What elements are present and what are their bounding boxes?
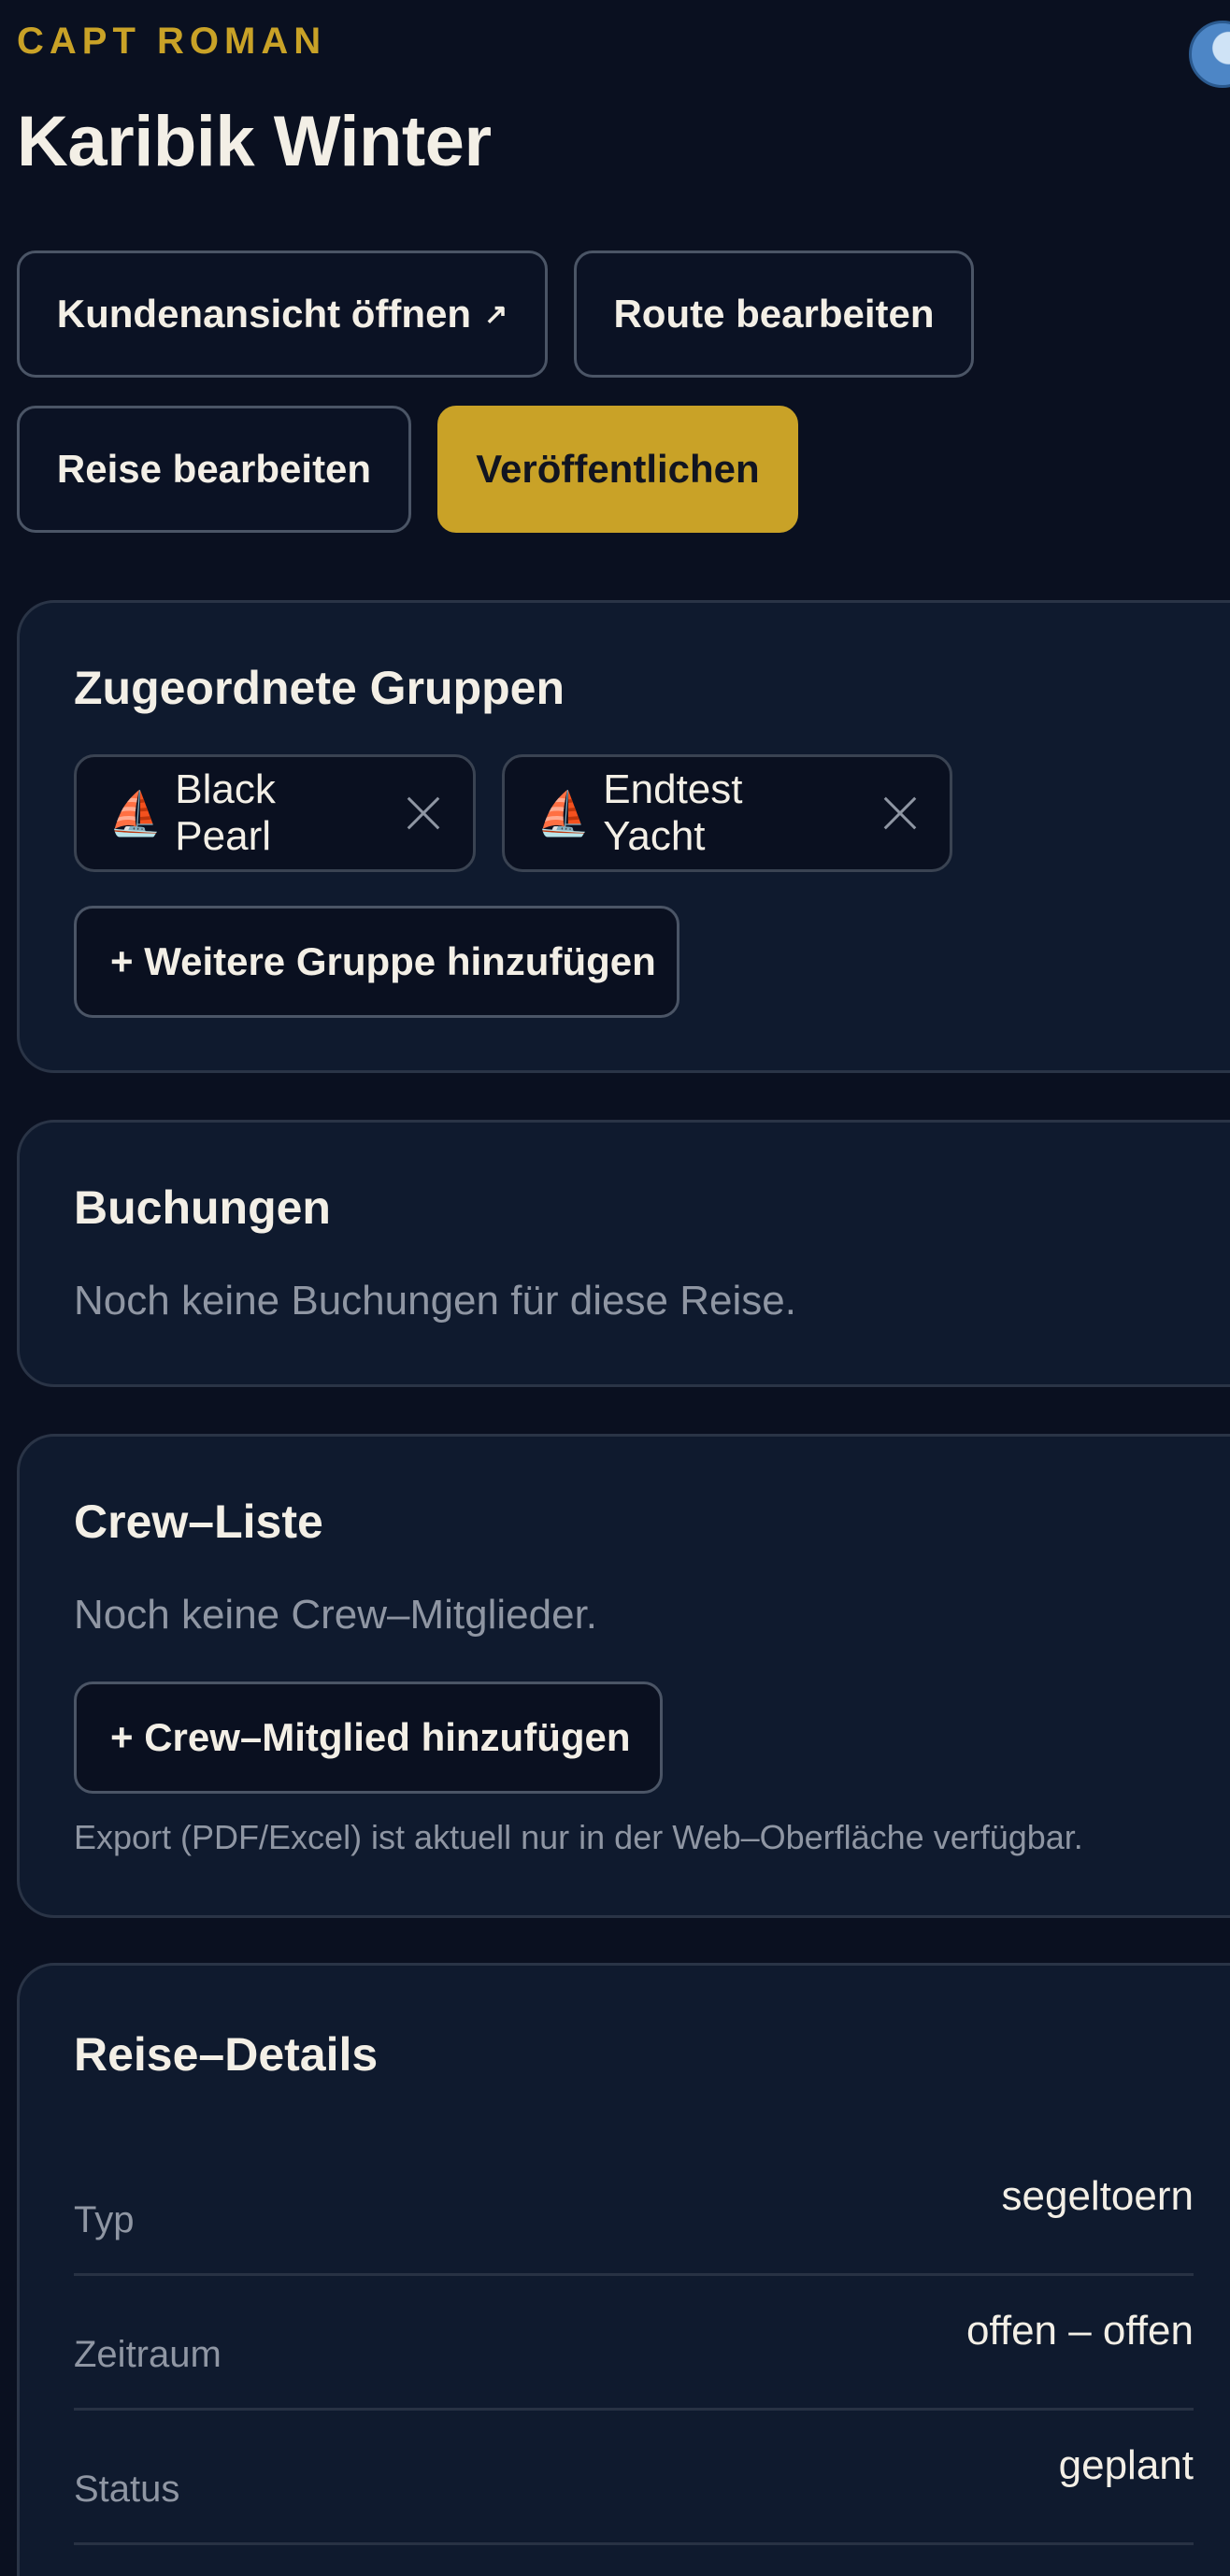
detail-row-status: Status geplant (74, 2411, 1194, 2545)
bookings-card: Buchungen Noch keine Buchungen für diese… (17, 1120, 1230, 1387)
edit-route-button[interactable]: Route bearbeiten (574, 250, 974, 378)
detail-value: segeltoern (1001, 2173, 1194, 2219)
avatar[interactable] (1189, 21, 1230, 88)
group-chip-black-pearl: ⛵ Black Pearl (74, 754, 476, 872)
detail-label: Typ (74, 2199, 135, 2240)
trip-detail-page: CAPT ROMAN Karibik Winter Kundenansicht … (0, 0, 1230, 2576)
detail-label: Zeitraum (74, 2334, 222, 2375)
detail-value: geplant (1058, 2442, 1194, 2488)
trip-details-title: Reise–Details (74, 2028, 379, 2081)
brand-label: CAPT ROMAN (17, 21, 327, 62)
trip-details-card: Reise–Details Typ segeltoern Zeitraum of… (17, 1963, 1230, 2576)
group-chip-label: Black Pearl (175, 766, 276, 859)
sailboat-icon: ⛵ (108, 788, 163, 837)
detail-row-period: Zeitraum offen – offen (74, 2276, 1194, 2411)
page-title: Karibik Winter (17, 102, 492, 181)
open-customer-view-label: Kundenansicht öffnen (56, 292, 472, 336)
sailboat-icon: ⛵ (536, 788, 591, 837)
add-group-button[interactable]: + Weitere Gruppe hinzufügen (74, 906, 679, 1018)
crew-list-card: Crew–Liste Noch keine Crew–Mitglieder. +… (17, 1434, 1230, 1918)
external-link-icon: ↗ (484, 298, 508, 330)
open-customer-view-button[interactable]: Kundenansicht öffnen ↗ (17, 250, 548, 378)
crew-list-title: Crew–Liste (74, 1496, 323, 1548)
publish-button[interactable]: Veröffentlichen (437, 406, 798, 533)
add-crew-member-button[interactable]: + Crew–Mitglied hinzufügen (74, 1682, 663, 1794)
bookings-title: Buchungen (74, 1181, 331, 1234)
detail-label: Status (74, 2469, 180, 2510)
group-chip-label: Endtest Yacht (603, 766, 743, 859)
edit-trip-button[interactable]: Reise bearbeiten (17, 406, 411, 533)
assigned-groups-title: Zugeordnete Gruppen (74, 662, 565, 714)
crew-empty-text: Noch keine Crew–Mitglieder. (74, 1592, 598, 1638)
group-chip-endtest-yacht: ⛵ Endtest Yacht (502, 754, 952, 872)
detail-value: offen – offen (965, 2308, 1194, 2354)
assigned-groups-card: Zugeordnete Gruppen ⛵ Black Pearl ⛵ Endt… (17, 600, 1230, 1073)
detail-row-type: Typ segeltoern (74, 2141, 1194, 2276)
remove-group-icon[interactable] (407, 795, 441, 831)
export-note: Export (PDF/Excel) ist aktuell nur in de… (74, 1818, 1083, 1856)
bookings-empty-text: Noch keine Buchungen für diese Reise. (74, 1278, 796, 1324)
remove-group-icon[interactable] (882, 795, 918, 831)
